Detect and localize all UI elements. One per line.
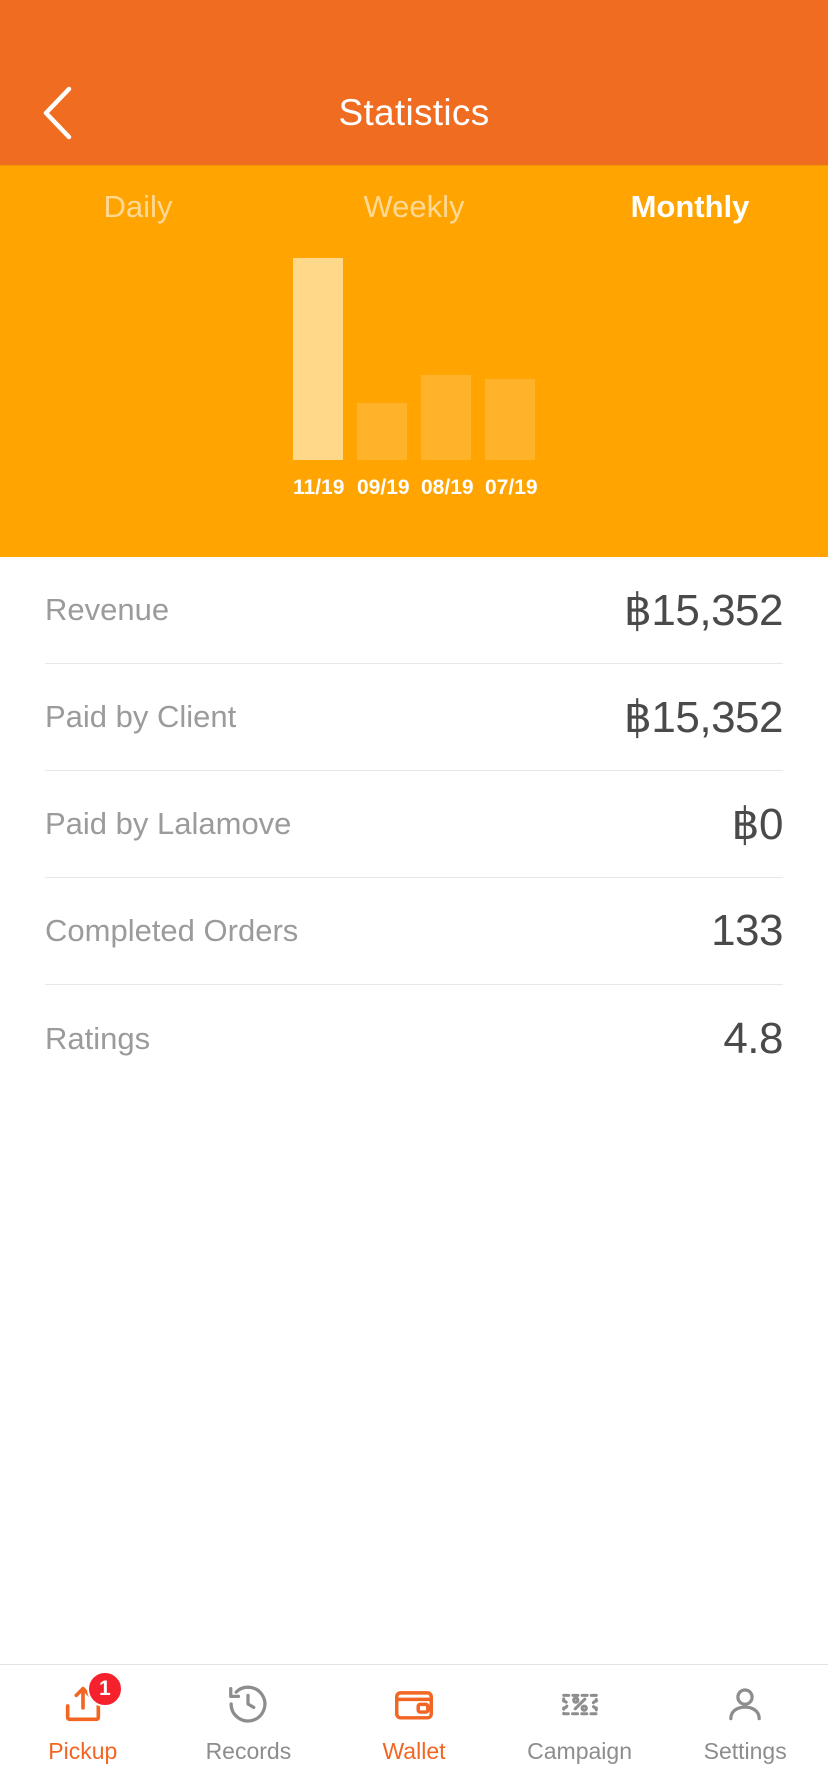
stat-value: ฿15,352 (623, 692, 784, 742)
stat-value: 4.8 (723, 1013, 783, 1063)
stat-value: 133 (711, 906, 783, 955)
stat-label: Revenue (45, 592, 170, 627)
nav-item-campaign[interactable]: Campaign (497, 1679, 663, 1765)
chart-panel: Daily Weekly Monthly 11/19 09/19 08/19 0… (0, 165, 828, 557)
stat-value: ฿0 (731, 799, 784, 849)
stat-row-paid-by-lalamove: Paid by Lalamove ฿0 (45, 771, 784, 878)
nav-label-pickup: Pickup (48, 1738, 118, 1764)
status-bar (0, 0, 828, 60)
period-tabs: Daily Weekly Monthly (0, 166, 828, 225)
pickup-badge: 1 (86, 1671, 123, 1707)
statistics-list: Revenue ฿15,352 Paid by Client ฿15,352 P… (0, 557, 828, 1664)
bar-chart-axis-labels: 11/19 09/19 08/19 07/19 (293, 476, 538, 500)
coupon-ticket-icon (554, 1679, 606, 1729)
nav-label-campaign: Campaign (527, 1738, 632, 1764)
stat-label: Completed Orders (45, 913, 299, 948)
statistics-screen: Statistics Daily Weekly Monthly 11/19 09… (0, 0, 828, 1792)
tab-daily-label: Daily (103, 189, 173, 224)
chevron-left-icon (40, 85, 74, 141)
bottom-navigation: 1 Pickup Records Wallet Campaign Setting… (0, 1664, 828, 1792)
upload-box-icon: 1 (57, 1671, 123, 1729)
person-icon (719, 1679, 771, 1729)
tab-daily[interactable]: Daily (0, 188, 276, 225)
nav-label-wallet: Wallet (382, 1738, 446, 1764)
navigation-bar: Statistics (0, 60, 828, 165)
stat-label: Paid by Lalamove (45, 806, 292, 841)
bar-chart-bars (293, 258, 535, 460)
bar-3[interactable] (485, 379, 535, 460)
tab-monthly[interactable]: Monthly (552, 188, 828, 225)
tab-weekly-label: Weekly (363, 189, 465, 224)
nav-label-settings: Settings (703, 1738, 787, 1764)
stat-label: Paid by Client (45, 699, 237, 734)
nav-item-records[interactable]: Records (166, 1679, 332, 1765)
stat-row-ratings: Ratings 4.8 (45, 985, 783, 1092)
wallet-icon (388, 1679, 440, 1729)
tab-weekly[interactable]: Weekly (276, 188, 552, 225)
tab-monthly-label: Monthly (630, 189, 750, 224)
stat-row-paid-by-client: Paid by Client ฿15,352 (45, 664, 784, 771)
bar-chart: 11/19 09/19 08/19 07/19 (0, 258, 828, 506)
bar-label-0: 11/19 (293, 476, 345, 499)
nav-item-pickup[interactable]: 1 Pickup (0, 1671, 166, 1765)
bar-label-1: 09/19 (357, 476, 410, 499)
stat-label: Ratings (45, 1020, 151, 1056)
bar-label-3: 07/19 (485, 476, 538, 499)
nav-item-settings[interactable]: Settings (662, 1679, 828, 1765)
nav-item-wallet[interactable]: Wallet (331, 1679, 497, 1765)
bar-2[interactable] (421, 375, 471, 460)
nav-label-records: Records (205, 1738, 292, 1764)
stat-value: ฿15,352 (623, 585, 784, 635)
back-button[interactable] (22, 78, 92, 148)
bar-1[interactable] (357, 403, 407, 460)
bar-label-2: 08/19 (421, 476, 474, 499)
clock-history-icon (222, 1679, 274, 1729)
stat-row-revenue: Revenue ฿15,352 (45, 557, 784, 664)
stat-row-completed-orders: Completed Orders 133 (45, 878, 783, 985)
page-title: Statistics (338, 91, 490, 133)
bar-0[interactable] (293, 258, 343, 460)
